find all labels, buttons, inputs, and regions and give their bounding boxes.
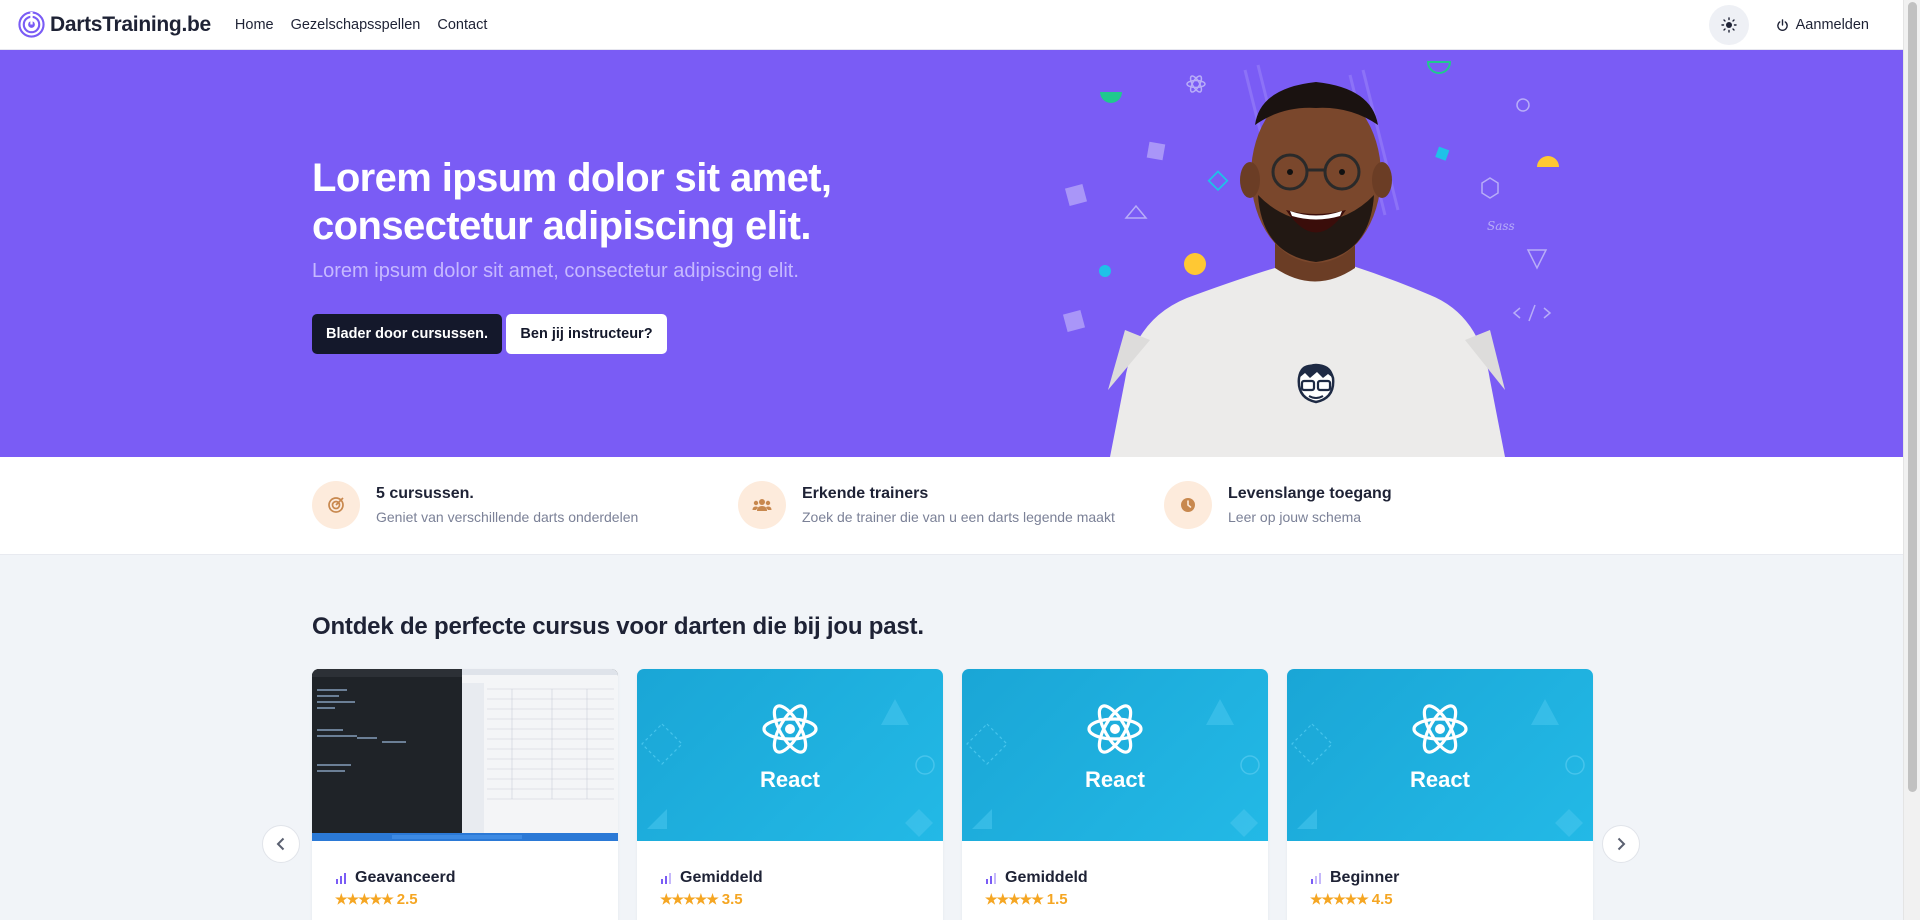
course-card[interactable]: React Gemiddeld ★★★★★ 3.5 xyxy=(637,669,943,920)
feature-lifetime-access: Levenslange toegang Leer op jouw schema xyxy=(1164,481,1392,529)
course-rating-value: 2.5 xyxy=(396,891,418,908)
star-rating-icon: ★★★★★ xyxy=(985,891,1044,907)
course-card[interactable]: React Beginner ★★★★★ 4.5 xyxy=(1287,669,1593,920)
scrollbar-thumb[interactable] xyxy=(1908,2,1917,792)
features-strip: 5 cursussen. Geniet van verschillende da… xyxy=(0,457,1903,555)
page: DartsTraining.be Home Gezelschapsspellen… xyxy=(0,0,1903,920)
carousel-prev-button[interactable] xyxy=(262,825,300,863)
carousel-next-button[interactable] xyxy=(1602,825,1640,863)
course-level-label: Beginner xyxy=(1330,869,1400,886)
course-level: Gemiddeld xyxy=(985,869,1088,887)
feature-title: 5 cursussen. xyxy=(376,485,474,502)
clock-icon xyxy=(1164,481,1212,529)
course-rating-value: 1.5 xyxy=(1046,891,1068,908)
course-rating-value: 4.5 xyxy=(1371,891,1393,908)
course-thumbnail: React xyxy=(962,669,1268,841)
login-button[interactable]: Aanmelden xyxy=(1776,17,1869,33)
nav-gezelschapsspellen[interactable]: Gezelschapsspellen xyxy=(291,17,421,33)
feature-title: Erkende trainers xyxy=(802,485,929,502)
page-scrollbar[interactable] xyxy=(1903,0,1920,920)
course-rating: ★★★★★ 4.5 xyxy=(1310,891,1393,908)
course-rating-value: 3.5 xyxy=(721,891,743,908)
browse-courses-button[interactable]: Blader door cursussen. xyxy=(312,314,502,354)
level-bars-icon xyxy=(1311,873,1321,884)
hero-title: Lorem ipsum dolor sit amet, consectetur … xyxy=(312,156,832,248)
course-thumbnail: React xyxy=(637,669,943,841)
chevron-right-icon xyxy=(1617,837,1626,851)
feature-trainers: Erkende trainers Zoek de trainer die van… xyxy=(738,481,1115,529)
star-rating-icon: ★★★★★ xyxy=(1310,891,1369,907)
nav-contact[interactable]: Contact xyxy=(437,17,487,33)
course-rating: ★★★★★ 1.5 xyxy=(985,891,1068,908)
level-bars-icon xyxy=(986,873,996,884)
users-icon xyxy=(738,481,786,529)
hero-person-illustration: Sass xyxy=(1062,61,1559,457)
star-rating-icon: ★★★★★ xyxy=(335,891,394,907)
course-card[interactable]: React Gemiddeld ★★★★★ 1.5 xyxy=(962,669,1268,920)
course-thumbnail xyxy=(312,669,618,841)
brand-name: DartsTraining.be xyxy=(50,12,211,36)
feature-title: Levenslange toegang xyxy=(1228,485,1392,502)
login-label: Aanmelden xyxy=(1795,17,1869,33)
theme-toggle-button[interactable] xyxy=(1708,5,1749,45)
feature-description: Leer op jouw schema xyxy=(1228,509,1362,525)
navbar: DartsTraining.be Home Gezelschapsspellen… xyxy=(0,0,1903,50)
hero-subtitle: Lorem ipsum dolor sit amet, consectetur … xyxy=(312,260,799,282)
target-logo-icon xyxy=(18,11,45,38)
course-level: Geavanceerd xyxy=(335,869,456,887)
course-rating: ★★★★★ 2.5 xyxy=(335,891,418,908)
become-instructor-button[interactable]: Ben jij instructeur? xyxy=(506,314,667,354)
course-rating: ★★★★★ 3.5 xyxy=(660,891,743,908)
course-thumbnail-label: React xyxy=(1085,767,1145,792)
power-icon xyxy=(1776,18,1788,31)
course-card[interactable]: Geavanceerd ★★★★★ 2.5 xyxy=(312,669,618,920)
course-level: Beginner xyxy=(1310,869,1399,887)
course-thumbnail-label: React xyxy=(760,767,820,792)
level-bars-icon xyxy=(336,873,346,884)
course-level-label: Gemiddeld xyxy=(1005,869,1088,886)
course-thumbnail-label: React xyxy=(1410,767,1470,792)
svg-text:Sass: Sass xyxy=(1487,219,1515,233)
star-rating-icon: ★★★★★ xyxy=(660,891,719,907)
level-bars-icon xyxy=(661,873,671,884)
chevron-left-icon xyxy=(276,837,285,851)
courses-section-title: Ontdek de perfecte cursus voor darten di… xyxy=(312,613,924,640)
course-level-label: Geavanceerd xyxy=(355,869,456,886)
course-level-label: Gemiddeld xyxy=(680,869,763,886)
feature-description: Zoek de trainer die van u een darts lege… xyxy=(802,509,1115,525)
feature-description: Geniet van verschillende darts onderdele… xyxy=(376,509,639,525)
course-level: Gemiddeld xyxy=(660,869,763,887)
sun-icon xyxy=(1720,17,1737,33)
course-thumbnail: React xyxy=(1287,669,1593,841)
nav-home[interactable]: Home xyxy=(235,17,274,33)
nav-right: Aanmelden xyxy=(1708,0,1903,50)
brand[interactable]: DartsTraining.be xyxy=(18,11,211,38)
hero: Lorem ipsum dolor sit amet, consectetur … xyxy=(0,50,1903,457)
feature-courses: 5 cursussen. Geniet van verschillende da… xyxy=(312,481,638,529)
target-icon xyxy=(312,481,360,529)
